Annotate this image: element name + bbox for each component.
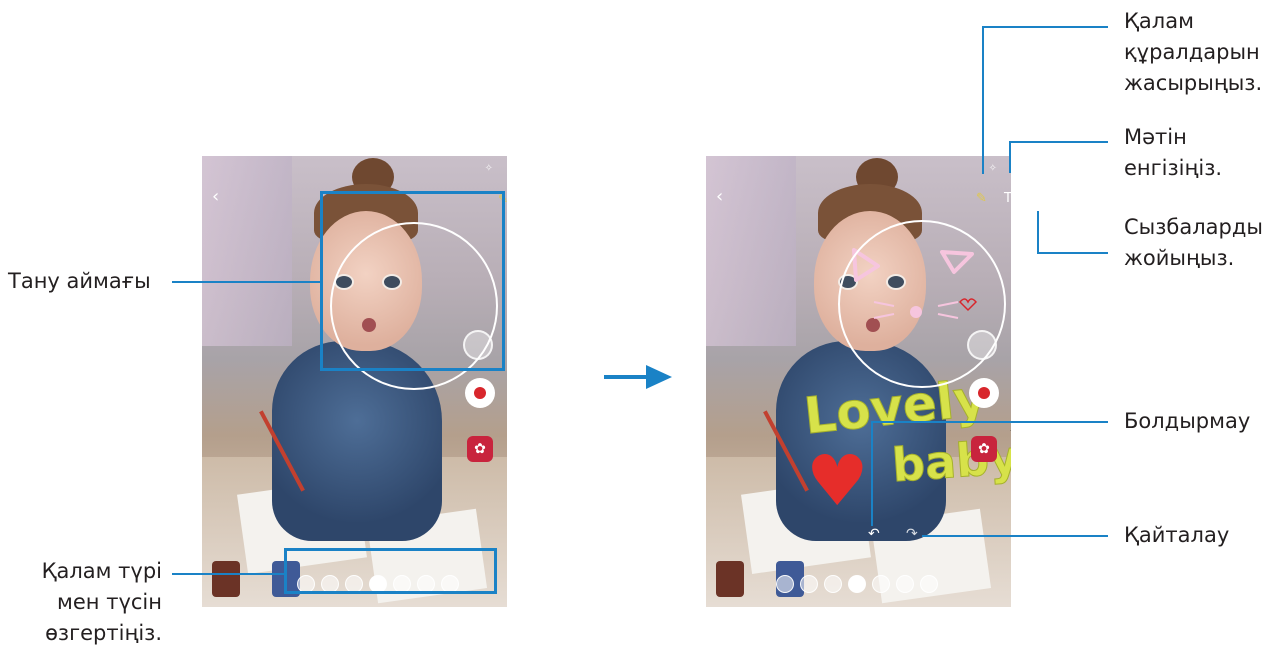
- flash-icon[interactable]: ✧: [989, 162, 997, 176]
- callout-line: [172, 573, 284, 575]
- callout-line: [922, 535, 1108, 537]
- callout-line: [982, 26, 1108, 28]
- label-hide-pen-tools: Қалам құралдарын жасырыңыз.: [1124, 6, 1262, 99]
- camera-preview-after: ♥ Lovely baby ‹ ✧ ✎ T ▯ ⚙ ✿ ↶ ↷: [706, 156, 1011, 607]
- undo-icon[interactable]: ↶: [868, 526, 880, 542]
- redo-icon[interactable]: ↷: [906, 526, 918, 542]
- text-icon[interactable]: T: [1004, 192, 1011, 206]
- label-delete-line2: жойыңыз.: [1124, 246, 1235, 270]
- pen-option[interactable]: [872, 575, 890, 593]
- pen-option[interactable]: [800, 575, 818, 593]
- pen-option[interactable]: [896, 575, 914, 593]
- record-button[interactable]: [969, 378, 999, 408]
- arrow-shaft: [604, 375, 648, 379]
- label-pen-type-line2: мен түсін: [57, 590, 162, 614]
- callout-line: [1037, 252, 1108, 254]
- callout-line: [982, 26, 984, 174]
- label-pen-type-line3: өзгертіңіз.: [45, 621, 162, 645]
- pen-option-selected[interactable]: [848, 575, 866, 593]
- label-delete-drawings: Сызбаларды жойыңыз.: [1124, 212, 1263, 274]
- label-hide-pen-line2: құралдарын: [1124, 40, 1260, 64]
- callout-line: [871, 421, 873, 526]
- doodle-heart: ♥: [806, 440, 869, 522]
- flash-icon[interactable]: ✧: [485, 162, 493, 176]
- callout-line: [871, 421, 1108, 423]
- label-pen-type: Қалам түрі мен түсін өзгертіңіз.: [12, 556, 162, 649]
- callout-line: [1009, 141, 1108, 143]
- pen-option[interactable]: [920, 575, 938, 593]
- label-undo: Болдырмау: [1124, 409, 1251, 433]
- arrow-right-icon: [646, 365, 672, 389]
- record-button[interactable]: [465, 378, 495, 408]
- effects-button[interactable]: ✿: [467, 436, 493, 462]
- label-redo: Қайталау: [1124, 523, 1230, 547]
- pen-icon[interactable]: ✎: [976, 192, 987, 206]
- pen-option[interactable]: [776, 575, 794, 593]
- back-icon[interactable]: ‹: [212, 188, 219, 206]
- label-recognition-area: Тану аймағы: [8, 269, 151, 293]
- pen-option[interactable]: [824, 575, 842, 593]
- recognition-circle: [838, 220, 1006, 388]
- effects-button[interactable]: ✿: [971, 436, 997, 462]
- label-delete-line1: Сызбаларды: [1124, 215, 1263, 239]
- label-hide-pen-line1: Қалам: [1124, 9, 1194, 33]
- pen-tray-highlight: [284, 548, 497, 594]
- recognition-area-highlight: [320, 191, 505, 371]
- back-icon[interactable]: ‹: [716, 188, 723, 206]
- background-curtain: [202, 156, 292, 346]
- pen-tray: [776, 575, 938, 593]
- callout-line: [1009, 141, 1011, 173]
- switch-camera-button[interactable]: [967, 330, 997, 360]
- paint-jar: [212, 561, 240, 597]
- label-enter-text-line1: Мәтін: [1124, 125, 1187, 149]
- label-hide-pen-line3: жасырыңыз.: [1124, 71, 1263, 95]
- callout-line: [172, 281, 320, 283]
- label-pen-type-line1: Қалам түрі: [41, 559, 162, 583]
- callout-line: [1037, 211, 1039, 254]
- label-enter-text: Мәтін енгізіңіз.: [1124, 122, 1222, 184]
- label-enter-text-line2: енгізіңіз.: [1124, 156, 1223, 180]
